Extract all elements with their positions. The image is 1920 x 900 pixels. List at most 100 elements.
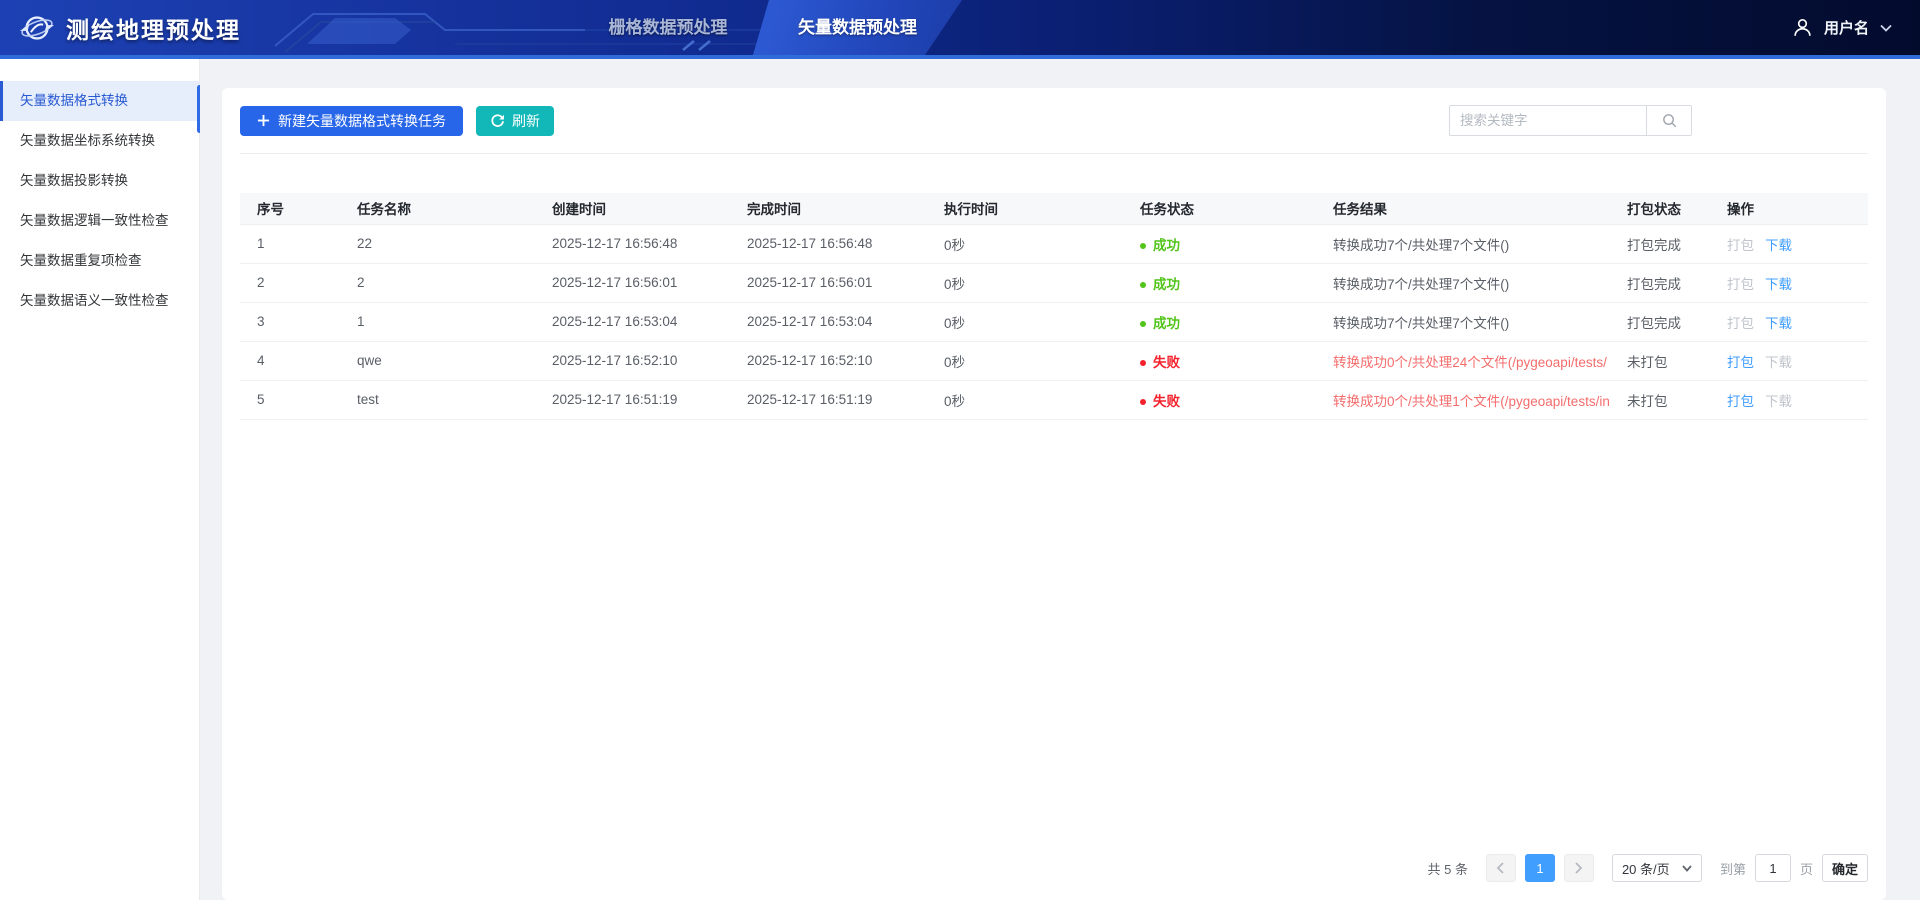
chevron-left-icon <box>1496 862 1505 874</box>
status-text: 成功 <box>1153 238 1180 253</box>
refresh-icon <box>490 113 505 128</box>
column-header: 序号 <box>240 193 340 224</box>
task-table: 序号任务名称创建时间完成时间执行时间任务状态任务结果打包状态操作 1 22 20… <box>240 193 1868 420</box>
search-button[interactable] <box>1646 105 1692 136</box>
sidebar-item-label: 矢量数据重复项检查 <box>20 253 142 268</box>
goto-page-input[interactable] <box>1755 854 1791 882</box>
cell-package-status: 打包完成 <box>1610 263 1710 302</box>
cell-operations: 打包下载 <box>1710 224 1868 263</box>
cell-index: 5 <box>240 380 340 419</box>
page-size-select[interactable]: 20 条/页 <box>1612 854 1702 882</box>
column-header: 任务名称 <box>340 193 535 224</box>
sidebar-item-label: 矢量数据坐标系统转换 <box>20 133 155 148</box>
cell-index: 4 <box>240 341 340 380</box>
new-task-button[interactable]: 新建矢量数据格式转换任务 <box>240 106 463 136</box>
cell-status: 成功 <box>1123 224 1316 263</box>
page-1-button[interactable]: 1 <box>1525 854 1555 882</box>
pack-link[interactable]: 打包 <box>1727 394 1754 409</box>
sidebar-item-label: 矢量数据语义一致性检查 <box>20 293 169 308</box>
chevron-right-icon <box>1574 862 1583 874</box>
pack-link: 打包 <box>1727 316 1754 331</box>
pack-link[interactable]: 打包 <box>1727 355 1754 370</box>
page-size-value: 20 条/页 <box>1622 859 1670 878</box>
app-title: 测绘地理预处理 <box>66 11 241 45</box>
prev-page-button[interactable] <box>1486 854 1516 882</box>
cell-result: 转换成功0个/共处理1个文件(/pygeoapi/tests/in <box>1316 380 1610 419</box>
cell-operations: 打包下载 <box>1710 302 1868 341</box>
pack-link: 打包 <box>1727 238 1754 253</box>
sidebar-item-label: 矢量数据投影转换 <box>20 173 128 188</box>
cell-finished-time: 2025-12-17 16:56:01 <box>730 263 927 302</box>
cell-status: 失败 <box>1123 341 1316 380</box>
cell-result: 转换成功7个/共处理7个文件() <box>1316 224 1610 263</box>
sidebar-item[interactable]: 矢量数据语义一致性检查 <box>0 281 199 321</box>
brand: 测绘地理预处理 <box>18 0 241 55</box>
sidebar: 矢量数据格式转换 矢量数据坐标系统转换 矢量数据投影转换 矢量数据逻辑一致性检查… <box>0 59 200 900</box>
status-text: 成功 <box>1153 277 1180 292</box>
cell-finished-time: 2025-12-17 16:56:48 <box>730 224 927 263</box>
cell-package-status: 打包完成 <box>1610 224 1710 263</box>
cell-task-name: qwe <box>340 341 535 380</box>
column-header: 完成时间 <box>730 193 927 224</box>
goto-suffix: 页 <box>1800 859 1813 878</box>
sidebar-item[interactable]: 矢量数据重复项检查 <box>0 241 199 281</box>
cell-task-name: test <box>340 380 535 419</box>
sidebar-item[interactable]: 矢量数据逻辑一致性检查 <box>0 201 199 241</box>
refresh-label: 刷新 <box>512 111 540 131</box>
app-header: 测绘地理预处理 栅格数据预处理 矢量数据预处理 用户名 <box>0 0 1920 59</box>
download-link[interactable]: 下载 <box>1765 316 1792 331</box>
search-input[interactable] <box>1449 105 1647 136</box>
cell-finished-time: 2025-12-17 16:51:19 <box>730 380 927 419</box>
cell-status: 失败 <box>1123 380 1316 419</box>
table-row: 3 1 2025-12-17 16:53:04 2025-12-17 16:53… <box>240 302 1868 341</box>
pagination: 共 5 条 1 20 条/页 到第 页 确定 <box>240 854 1868 886</box>
cell-index: 3 <box>240 302 340 341</box>
goto-confirm-button[interactable]: 确定 <box>1822 854 1868 882</box>
cell-operations: 打包下载 <box>1710 341 1868 380</box>
select-chevron-down-icon <box>1682 865 1692 872</box>
refresh-button[interactable]: 刷新 <box>476 106 554 136</box>
cell-index: 1 <box>240 224 340 263</box>
cell-operations: 打包下载 <box>1710 263 1868 302</box>
next-page-button[interactable] <box>1564 854 1594 882</box>
cell-status: 成功 <box>1123 302 1316 341</box>
sidebar-item[interactable]: 矢量数据格式转换 <box>0 81 199 121</box>
sidebar-item[interactable]: 矢量数据投影转换 <box>0 161 199 201</box>
cell-finished-time: 2025-12-17 16:53:04 <box>730 302 927 341</box>
pack-link: 打包 <box>1727 277 1754 292</box>
tab-raster-preprocess[interactable]: 栅格数据预处理 <box>570 0 766 55</box>
tab-vector-preprocess[interactable]: 矢量数据预处理 <box>753 0 962 55</box>
cell-result: 转换成功7个/共处理7个文件() <box>1316 302 1610 341</box>
download-link[interactable]: 下载 <box>1765 238 1792 253</box>
user-name: 用户名 <box>1824 17 1869 38</box>
cell-created-time: 2025-12-17 16:52:10 <box>535 341 730 380</box>
sidebar-item-label: 矢量数据格式转换 <box>20 93 128 108</box>
cell-package-status: 未打包 <box>1610 341 1710 380</box>
goto-prefix: 到第 <box>1720 859 1746 878</box>
cell-task-name: 2 <box>340 263 535 302</box>
cell-duration: 0秒 <box>927 263 1123 302</box>
cell-created-time: 2025-12-17 16:51:19 <box>535 380 730 419</box>
status-dot-icon <box>1140 282 1146 288</box>
download-link: 下载 <box>1765 394 1792 409</box>
status-text: 失败 <box>1153 394 1180 409</box>
table-body: 1 22 2025-12-17 16:56:48 2025-12-17 16:5… <box>240 224 1868 419</box>
column-header: 执行时间 <box>927 193 1123 224</box>
table-header-row: 序号任务名称创建时间完成时间执行时间任务状态任务结果打包状态操作 <box>240 193 1868 224</box>
sidebar-item-label: 矢量数据逻辑一致性检查 <box>20 213 169 228</box>
column-header: 任务状态 <box>1123 193 1316 224</box>
table-row: 5 test 2025-12-17 16:51:19 2025-12-17 16… <box>240 380 1868 419</box>
cell-result: 转换成功7个/共处理7个文件() <box>1316 263 1610 302</box>
status-dot-icon <box>1140 321 1146 327</box>
column-header: 任务结果 <box>1316 193 1610 224</box>
sidebar-menu: 矢量数据格式转换 矢量数据坐标系统转换 矢量数据投影转换 矢量数据逻辑一致性检查… <box>0 81 199 321</box>
main-content: 新建矢量数据格式转换任务 刷新 <box>200 59 1920 900</box>
download-link[interactable]: 下载 <box>1765 277 1792 292</box>
cell-finished-time: 2025-12-17 16:52:10 <box>730 341 927 380</box>
user-menu[interactable]: 用户名 <box>1792 0 1892 55</box>
cell-duration: 0秒 <box>927 380 1123 419</box>
sidebar-item[interactable]: 矢量数据坐标系统转换 <box>0 121 199 161</box>
status-text: 成功 <box>1153 316 1180 331</box>
column-header: 打包状态 <box>1610 193 1710 224</box>
task-list-card: 新建矢量数据格式转换任务 刷新 <box>222 88 1886 900</box>
